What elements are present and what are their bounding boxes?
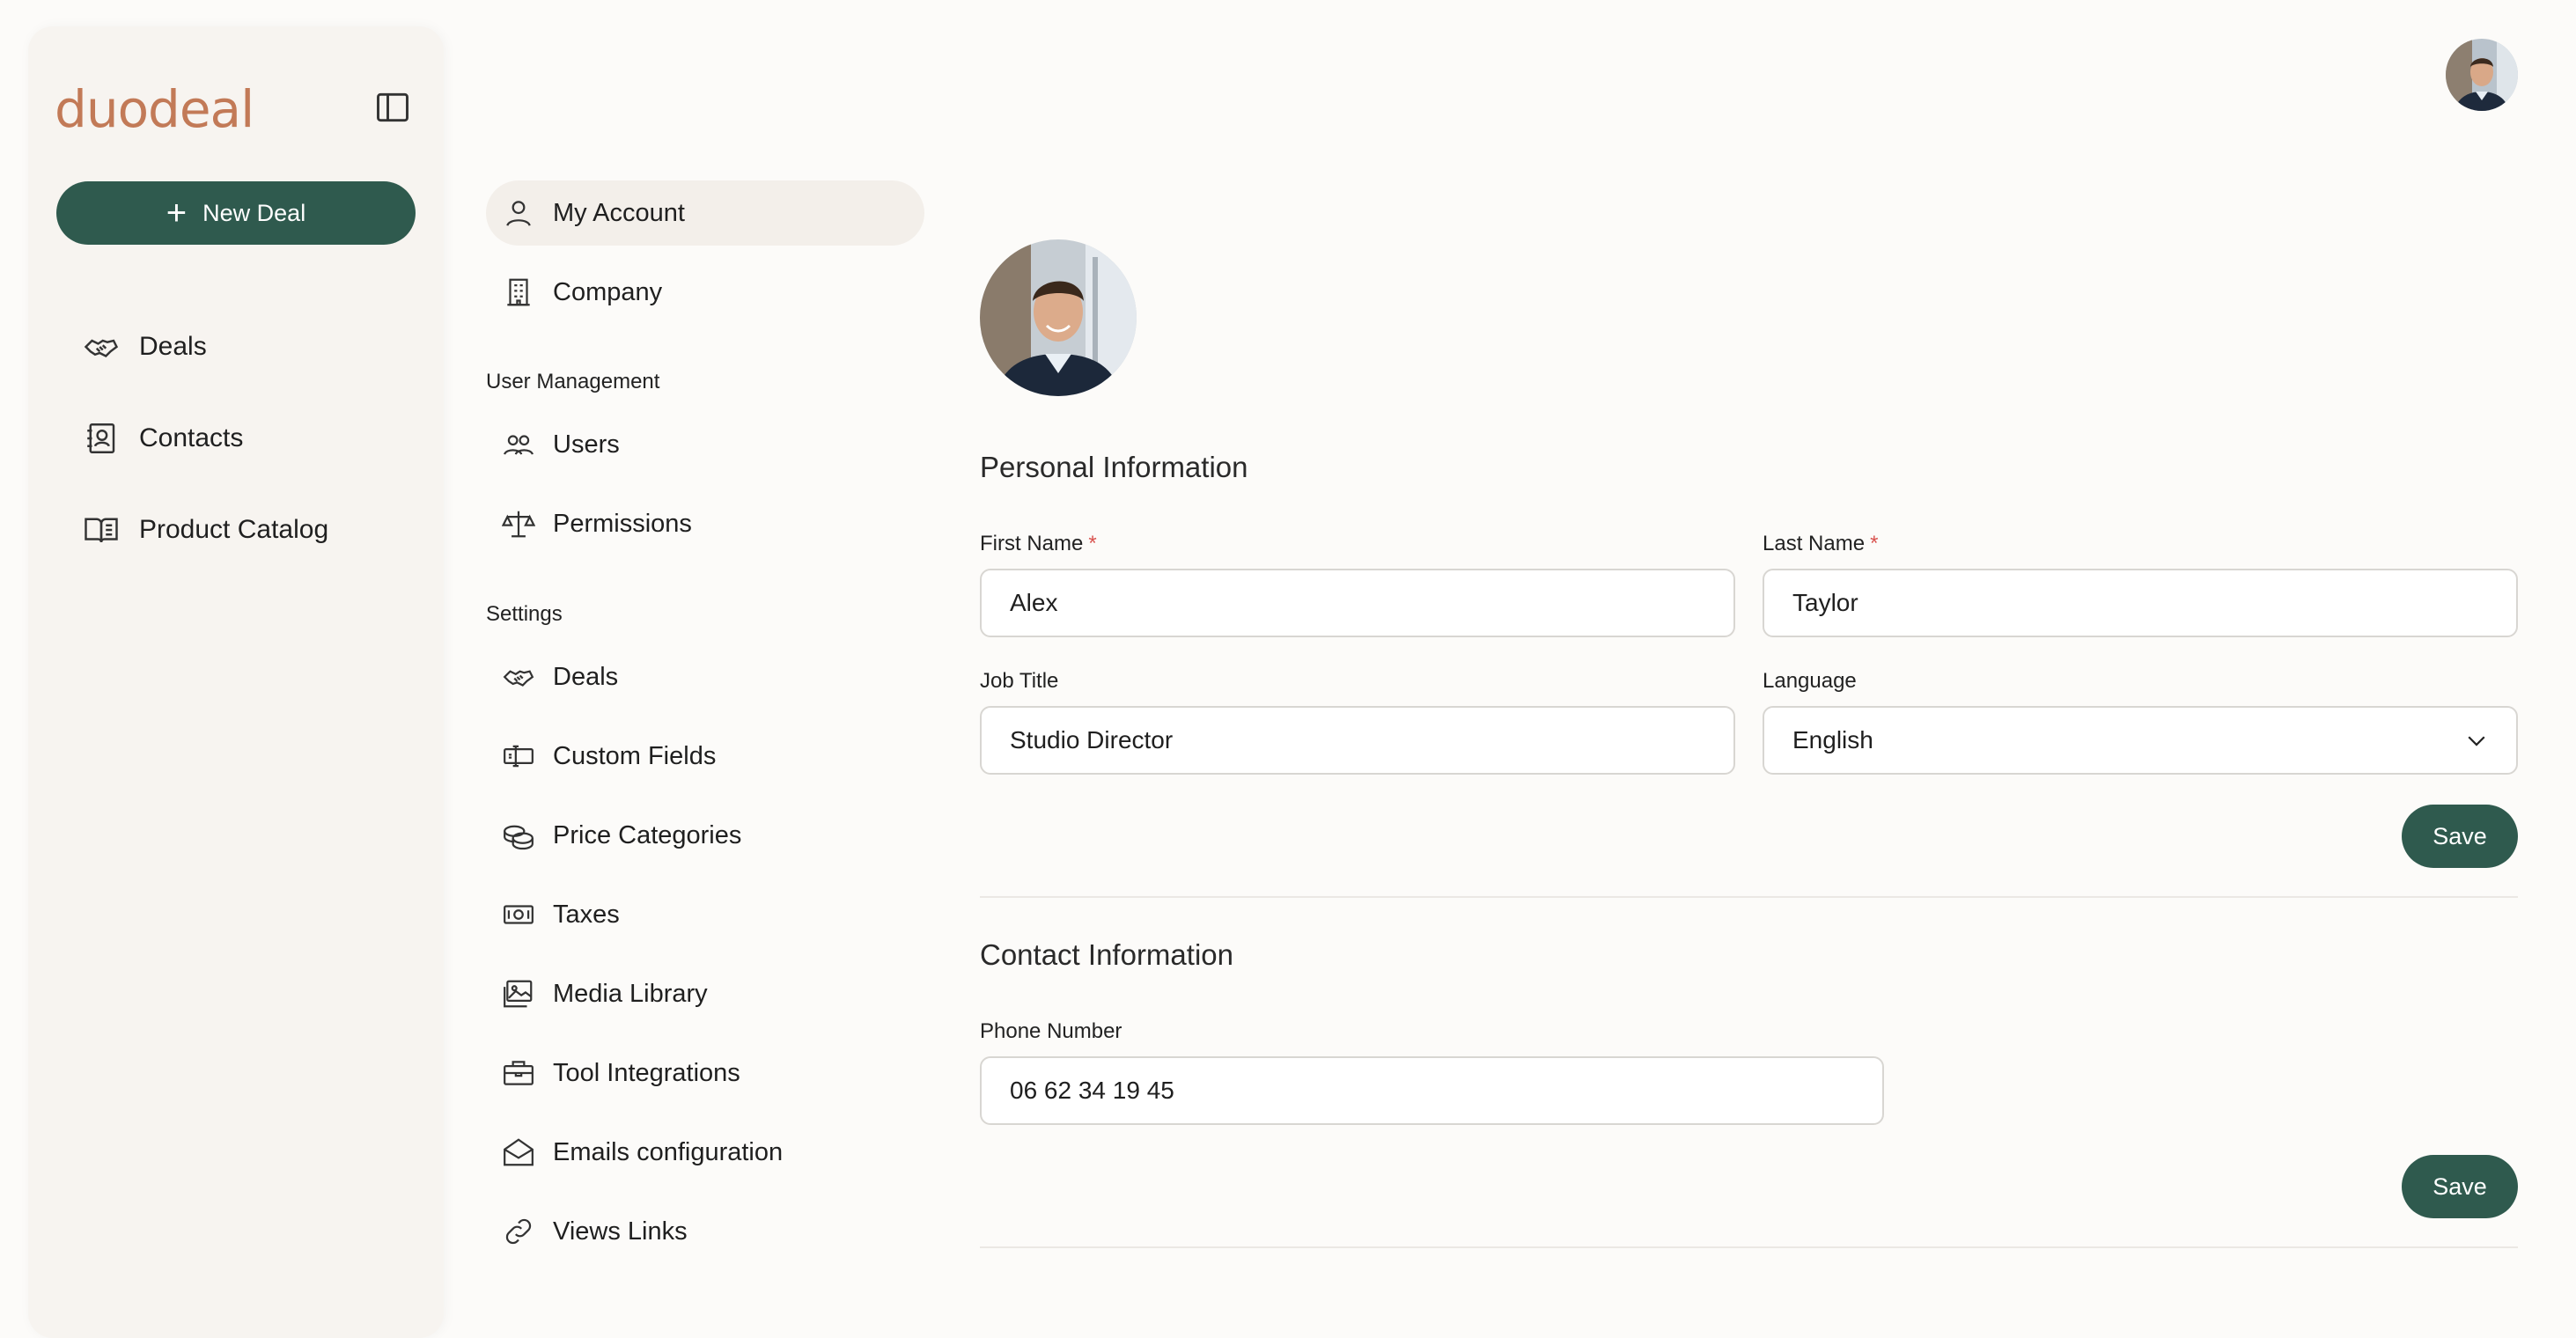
section-label-user-management: User Management xyxy=(486,370,660,393)
last-name-label: Last Name * xyxy=(1763,532,1878,556)
scales-icon xyxy=(502,511,535,538)
settings-item-label: Media Library xyxy=(553,979,708,1008)
sidebar-item-label: Product Catalog xyxy=(139,515,329,544)
new-deal-button[interactable]: + New Deal xyxy=(56,181,416,245)
sidebar-item-label: Deals xyxy=(139,332,207,361)
phone-number-field[interactable]: 06 62 34 19 45 xyxy=(980,1056,1884,1125)
sidebar-item-deals[interactable]: Deals xyxy=(83,320,207,373)
profile-photo[interactable] xyxy=(980,239,1137,396)
handshake-icon xyxy=(84,339,119,357)
contact-book-icon xyxy=(87,423,115,453)
last-name-field[interactable]: Taylor xyxy=(1763,569,2518,637)
required-mark: * xyxy=(1870,532,1879,555)
settings-item-price-categories[interactable]: Price Categories xyxy=(486,803,924,868)
job-title-value: Studio Director xyxy=(1010,726,1174,754)
sidebar-panel-icon xyxy=(377,92,408,122)
sidebar-item-contacts[interactable]: Contacts xyxy=(83,412,243,465)
settings-item-label: Emails configuration xyxy=(553,1137,784,1166)
settings-item-label: My Account xyxy=(553,198,685,227)
language-value: English xyxy=(1792,726,1873,754)
first-name-label-text: First Name xyxy=(980,532,1084,555)
settings-item-label: Users xyxy=(553,430,620,459)
handshake-icon xyxy=(503,670,534,687)
settings-item-label: Deals xyxy=(553,662,619,691)
profile-portrait-image xyxy=(980,239,1137,396)
settings-item-views-links[interactable]: Views Links xyxy=(486,1199,924,1264)
settings-item-deals[interactable]: Deals xyxy=(486,644,924,709)
job-title-field[interactable]: Studio Director xyxy=(980,706,1735,775)
new-deal-label: New Deal xyxy=(202,199,306,226)
sidebar-item-label: Contacts xyxy=(139,423,244,452)
settings-item-custom-fields[interactable]: Custom Fields xyxy=(486,724,924,789)
settings-item-emails-configuration[interactable]: Emails configuration xyxy=(486,1120,924,1185)
settings-item-label: Price Categories xyxy=(553,820,742,849)
coins-icon xyxy=(504,825,534,850)
job-title-label: Job Title xyxy=(980,669,1059,693)
settings-item-my-account[interactable]: My Account xyxy=(486,180,924,246)
mail-open-icon xyxy=(504,1138,534,1166)
app-logo[interactable]: duodeal xyxy=(55,79,254,139)
plus-icon: + xyxy=(166,194,188,232)
book-open-icon xyxy=(85,518,118,543)
settings-item-label: Taxes xyxy=(553,900,620,929)
required-mark: * xyxy=(1088,532,1097,555)
main-content xyxy=(980,0,2521,1327)
contact-info-title: Contact Information xyxy=(980,938,1233,971)
section-label-settings: Settings xyxy=(486,602,563,626)
language-select[interactable]: English xyxy=(1763,706,2518,775)
images-icon xyxy=(504,980,533,1008)
settings-item-tool-integrations[interactable]: Tool Integrations xyxy=(486,1040,924,1106)
last-name-label-text: Last Name xyxy=(1763,532,1866,555)
sidebar-toggle-button[interactable] xyxy=(373,88,412,127)
toolbox-icon xyxy=(504,1061,534,1085)
settings-item-permissions[interactable]: Permissions xyxy=(486,491,924,556)
first-name-field[interactable]: Alex xyxy=(980,569,1735,637)
banknote-icon xyxy=(504,905,534,924)
custom-fields-icon xyxy=(504,745,534,768)
app-sidebar: duodeal + New Deal Deals Contacts Produc… xyxy=(28,26,444,1338)
link-icon xyxy=(505,1218,532,1245)
personal-info-title: Personal Information xyxy=(980,451,1248,483)
first-name-value: Alex xyxy=(1010,589,1058,616)
settings-item-label: Company xyxy=(553,277,663,306)
settings-item-taxes[interactable]: Taxes xyxy=(486,882,924,947)
settings-item-label: Permissions xyxy=(553,509,692,538)
settings-nav: My Account Company User Management Users… xyxy=(475,0,933,1327)
phone-label: Phone Number xyxy=(980,1019,1122,1043)
save-contact-button[interactable]: Save xyxy=(2402,1155,2518,1218)
section-divider xyxy=(980,896,2518,898)
phone-number-value: 06 62 34 19 45 xyxy=(1010,1077,1174,1104)
settings-item-users[interactable]: Users xyxy=(486,412,924,477)
first-name-label: First Name * xyxy=(980,532,1097,556)
building-icon xyxy=(507,278,530,306)
language-label: Language xyxy=(1763,669,1857,693)
users-icon xyxy=(504,435,534,455)
settings-item-label: Views Links xyxy=(553,1217,688,1246)
section-divider xyxy=(980,1246,2518,1248)
user-icon xyxy=(506,201,531,226)
save-personal-button[interactable]: Save xyxy=(2402,805,2518,868)
settings-item-media-library[interactable]: Media Library xyxy=(486,961,924,1026)
chevron-down-icon xyxy=(2468,736,2485,746)
sidebar-item-product-catalog[interactable]: Product Catalog xyxy=(83,504,328,556)
last-name-value: Taylor xyxy=(1792,589,1858,616)
settings-item-company[interactable]: Company xyxy=(486,260,924,325)
settings-item-label: Custom Fields xyxy=(553,741,717,770)
settings-item-label: Tool Integrations xyxy=(553,1058,740,1087)
